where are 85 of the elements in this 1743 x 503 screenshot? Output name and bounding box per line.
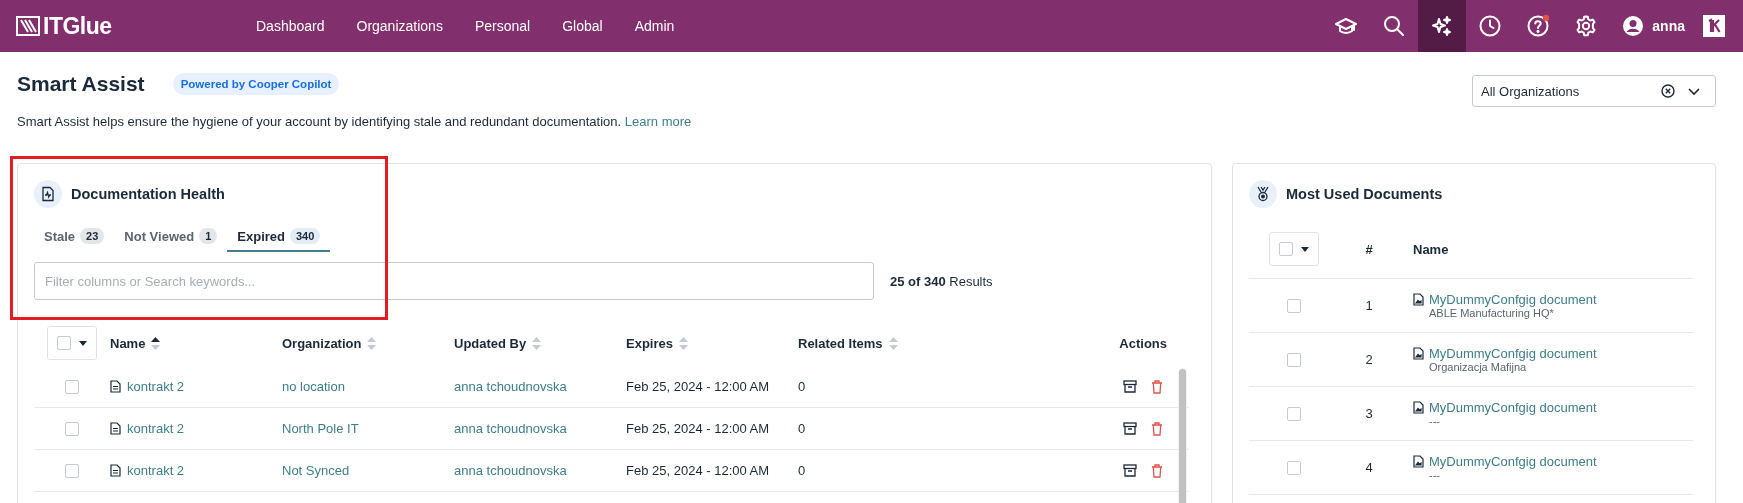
- card-title: Most Used Documents: [1286, 186, 1443, 202]
- document-link[interactable]: MyDummyConfgig document: [1429, 454, 1597, 469]
- related-items-count: 0: [798, 379, 806, 394]
- row-checkbox[interactable]: [1287, 460, 1301, 475]
- trash-icon[interactable]: [1151, 379, 1163, 394]
- related-items-count: 0: [798, 463, 806, 478]
- organization-name: ABLE Manufacturing HQ*: [1428, 307, 1555, 319]
- results-count: 25 of 340 Results: [890, 273, 993, 289]
- rank-number: 4: [1365, 460, 1373, 475]
- filter-tab[interactable]: Not Viewed 1: [114, 224, 228, 252]
- row-checkbox[interactable]: [1287, 406, 1301, 421]
- document-link[interactable]: kontrakt 2: [127, 421, 185, 436]
- expiry-date: Feb 25, 2024 - 12:00 AM: [626, 379, 770, 394]
- document-icon: [1413, 455, 1424, 468]
- logo-icon: [16, 16, 40, 36]
- filter-tab[interactable]: Expired 340: [227, 224, 331, 252]
- organization-name: ---: [1428, 469, 1441, 481]
- nav-link[interactable]: Global: [562, 18, 603, 34]
- user-link[interactable]: anna tchoudnovska: [454, 463, 567, 478]
- column-header: Actions: [1119, 335, 1167, 351]
- organization-link[interactable]: Not Synced: [282, 463, 350, 478]
- column-header[interactable]: Organization: [282, 335, 362, 351]
- powered-by-badge: Powered by Cooper Copilot: [172, 73, 340, 95]
- page-description: Smart Assist helps ensure the hygiene of your account by identifying stale and redundant documentation.: [17, 114, 622, 129]
- archive-icon[interactable]: [1123, 422, 1137, 435]
- column-header: #: [1365, 241, 1373, 257]
- expiry-date: Feb 25, 2024 - 12:00 AM: [626, 463, 770, 478]
- column-header[interactable]: Updated By: [454, 335, 527, 351]
- related-items-count: 0: [798, 421, 806, 436]
- filter-tab[interactable]: Stale 23: [34, 224, 115, 252]
- document-pulse-icon: [34, 180, 62, 208]
- page-title: Smart Assist: [17, 72, 145, 96]
- column-header[interactable]: Name: [110, 335, 146, 351]
- user-link[interactable]: anna tchoudnovska: [454, 421, 567, 436]
- nav-link[interactable]: Admin: [634, 18, 675, 34]
- document-icon: [110, 464, 121, 477]
- organization-link[interactable]: no location: [282, 379, 345, 394]
- document-link[interactable]: kontrakt 2: [127, 379, 185, 394]
- trash-icon[interactable]: [1151, 421, 1163, 436]
- trash-icon[interactable]: [1151, 463, 1163, 478]
- user-avatar-icon[interactable]: [1622, 15, 1645, 37]
- expiry-date: Feb 25, 2024 - 12:00 AM: [626, 421, 770, 436]
- document-icon: [110, 422, 121, 435]
- document-link[interactable]: MyDummyConfgig document: [1429, 292, 1597, 307]
- user-name[interactable]: anna: [1652, 18, 1685, 34]
- organization-select[interactable]: All Organizations: [1472, 75, 1716, 107]
- caret-icon[interactable]: [1301, 246, 1309, 252]
- nav-link[interactable]: Organizations: [356, 18, 443, 34]
- rank-number: 1: [1365, 298, 1373, 313]
- document-icon: [1413, 347, 1424, 360]
- row-checkbox[interactable]: [65, 463, 79, 478]
- row-checkbox[interactable]: [65, 379, 79, 394]
- row-checkbox[interactable]: [65, 421, 79, 436]
- document-icon: [110, 380, 121, 393]
- nav-link[interactable]: Personal: [474, 18, 531, 34]
- user-link[interactable]: anna tchoudnovska: [454, 379, 567, 394]
- caret-icon[interactable]: [79, 340, 87, 346]
- organization-link[interactable]: North Pole IT: [282, 421, 359, 436]
- archive-icon[interactable]: [1123, 464, 1137, 477]
- scrollbar[interactable]: [1178, 368, 1187, 503]
- medal-icon: [1249, 180, 1277, 208]
- organization-name: ---: [1428, 415, 1441, 427]
- column-header[interactable]: Related Items: [798, 335, 883, 351]
- organization-name: Organizacja Mafijna: [1428, 361, 1528, 373]
- card-title: Documentation Health: [71, 186, 225, 202]
- search-field[interactable]: Filter columns or Search keywords...: [34, 262, 874, 300]
- learn-more-link[interactable]: Learn more: [624, 114, 692, 129]
- column-header: Name: [1413, 241, 1450, 257]
- row-checkbox[interactable]: [1287, 352, 1301, 367]
- rank-number: 3: [1365, 406, 1373, 421]
- document-link[interactable]: MyDummyConfgig document: [1429, 400, 1597, 415]
- column-header[interactable]: Expires: [626, 335, 673, 351]
- archive-icon[interactable]: [1123, 380, 1137, 393]
- row-checkbox[interactable]: [1287, 298, 1301, 313]
- clear-icon[interactable]: [1661, 84, 1675, 98]
- sparkles-icon[interactable]: [1418, 0, 1467, 52]
- company-logo-icon[interactable]: [1703, 15, 1725, 37]
- rank-number: 2: [1365, 352, 1373, 367]
- sort-icon[interactable]: [151, 336, 161, 350]
- document-icon: [1413, 401, 1424, 414]
- document-icon: [1413, 293, 1424, 306]
- document-link[interactable]: MyDummyConfgig document: [1429, 346, 1597, 361]
- document-link[interactable]: kontrakt 2: [127, 463, 185, 478]
- logo-text[interactable]: ITGlue: [43, 12, 112, 40]
- nav-link[interactable]: Dashboard: [256, 18, 325, 34]
